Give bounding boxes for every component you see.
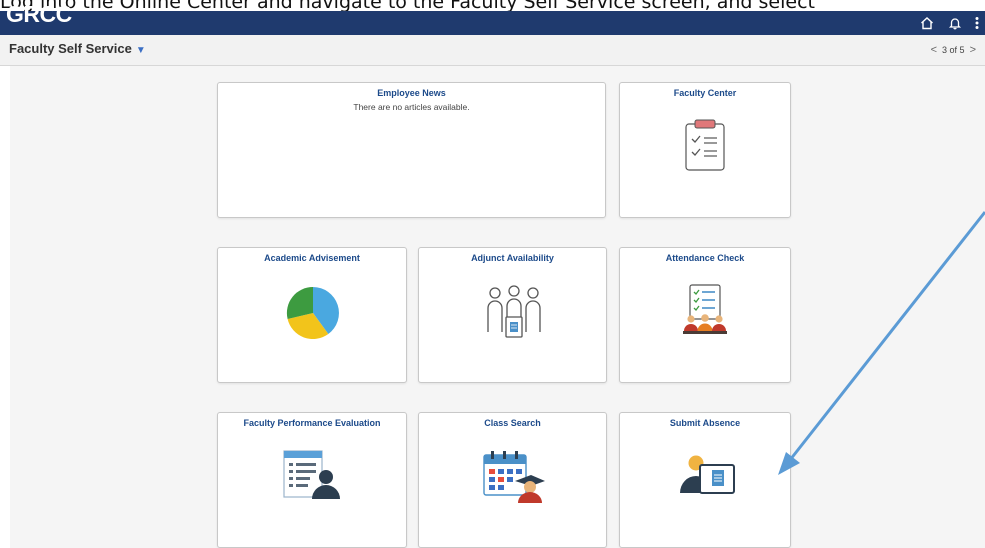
- menu-icon[interactable]: [969, 11, 985, 35]
- tile-title: Adjunct Availability: [471, 253, 554, 263]
- calendar-student-icon: [483, 451, 545, 503]
- page-title: Faculty Self Service: [9, 41, 132, 56]
- tile-class-search[interactable]: Class Search: [418, 412, 607, 548]
- tile-title: Faculty Center: [673, 88, 737, 98]
- person-monitor-icon: [680, 455, 735, 494]
- pager-label: 3 of 5: [942, 45, 965, 55]
- page-header: Faculty Self Service ▼ < 3 of 5 >: [0, 35, 985, 66]
- tile-employee-news[interactable]: Employee News There are no articles avai…: [217, 82, 606, 218]
- header-actions: [913, 11, 985, 35]
- attendance-list-icon: [683, 284, 727, 334]
- tile-attendance-check[interactable]: Attendance Check: [619, 247, 791, 383]
- tile-faculty-center[interactable]: Faculty Center: [619, 82, 791, 218]
- tile-academic-advisement[interactable]: Academic Advisement: [217, 247, 407, 383]
- evaluation-person-icon: [283, 450, 340, 499]
- home-icon[interactable]: [913, 11, 941, 35]
- tiles-area: Employee News There are no articles avai…: [10, 66, 985, 548]
- tile-title: Faculty Performance Evaluation: [243, 418, 381, 428]
- clipboard-checklist-icon: [685, 119, 725, 171]
- tile-message: There are no articles available.: [353, 102, 470, 112]
- tile-title: Submit Absence: [669, 418, 741, 428]
- top-banner: GRCC: [0, 2, 985, 35]
- pie-chart-icon: [286, 286, 339, 340]
- caret-down-icon: ▼: [135, 45, 146, 56]
- bell-icon[interactable]: [941, 11, 969, 35]
- tile-title: Employee News: [377, 88, 446, 98]
- chevron-left-icon[interactable]: <: [926, 44, 942, 56]
- tile-adjunct-availability[interactable]: Adjunct Availability: [418, 247, 607, 383]
- tile-title: Attendance Check: [665, 253, 745, 263]
- grcc-logo: GRCC: [6, 1, 72, 27]
- people-document-icon: [487, 285, 541, 338]
- homepage-pager: < 3 of 5 >: [926, 35, 981, 65]
- tile-title: Academic Advisement: [264, 253, 360, 263]
- page-title-dropdown[interactable]: Faculty Self Service ▼: [9, 35, 146, 65]
- tile-faculty-performance-evaluation[interactable]: Faculty Performance Evaluation: [217, 412, 407, 548]
- chevron-right-icon[interactable]: >: [965, 44, 981, 56]
- tile-title: Class Search: [484, 418, 541, 428]
- tile-submit-absence[interactable]: Submit Absence: [619, 412, 791, 548]
